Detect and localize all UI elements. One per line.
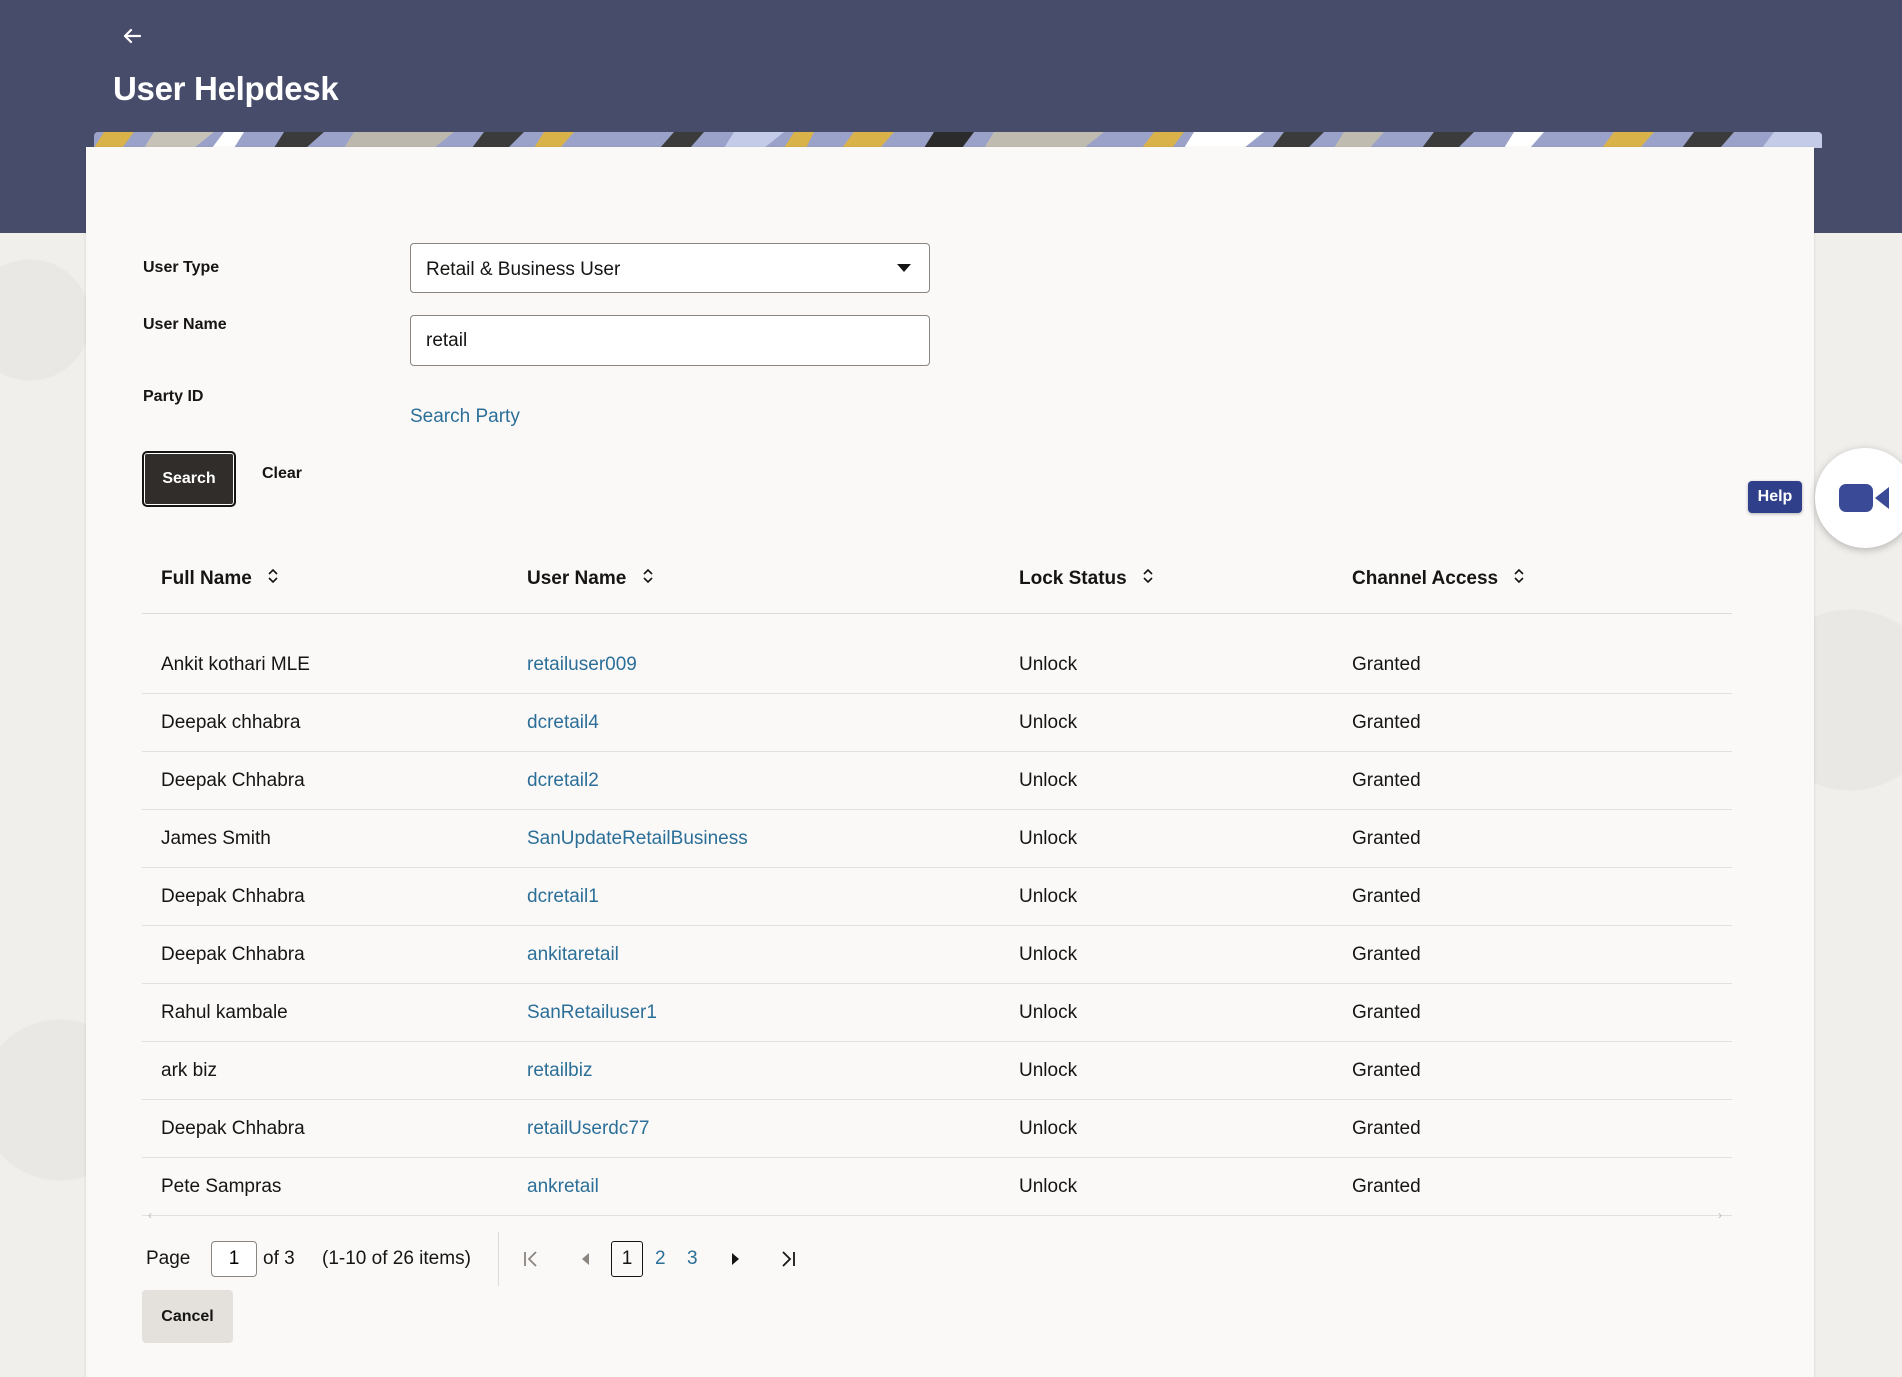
column-header-lock-status[interactable]: Lock Status [1019,545,1352,614]
user-name-link[interactable]: dcretail1 [527,886,599,907]
cancel-button[interactable]: Cancel [142,1290,233,1343]
page-label: Page [146,1248,191,1269]
search-button[interactable]: Search [142,451,236,507]
search-party-link[interactable]: Search Party [410,406,520,428]
sort-icon[interactable] [267,567,279,591]
column-label: Full Name [161,568,252,590]
clear-button[interactable]: Clear [262,465,302,483]
user-name-link[interactable]: ankretail [527,1176,599,1197]
full-name-cell: James Smith [142,809,527,868]
channel-access-cell: Granted [1352,983,1732,1042]
scroll-right-icon[interactable]: › [1718,1208,1722,1222]
channel-access-cell: Granted [1352,1099,1732,1158]
full-name-cell: Deepak chhabra [142,693,527,752]
pager-divider [498,1232,499,1286]
sort-icon[interactable] [1142,567,1154,591]
scroll-left-icon[interactable]: ‹ [148,1208,152,1222]
table-row: Deepak chhabra dcretail4 Unlock Granted [142,693,1732,752]
decorative-banner [94,132,1822,148]
page-1-button[interactable]: 1 [611,1241,643,1277]
party-id-label: Party ID [143,388,204,405]
last-page-button[interactable] [778,1249,798,1275]
user-type-value: Retail & Business User [426,259,621,280]
table-row: Rahul kambale SanRetailuser1 Unlock Gran… [142,983,1732,1042]
table-row: Deepak Chhabra ankitaretail Unlock Grant… [142,925,1732,984]
channel-access-cell: Granted [1352,693,1732,752]
full-name-cell: Ankit kothari MLE [142,613,527,694]
user-name-link[interactable]: retailuser009 [527,654,637,675]
caret-right-icon [732,1253,739,1265]
column-header-full-name[interactable]: Full Name [142,545,527,614]
table-row: Deepak Chhabra dcretail1 Unlock Granted [142,867,1732,926]
lock-status-cell: Unlock [1019,1041,1352,1100]
column-label: Lock Status [1019,568,1127,590]
lock-status-cell: Unlock [1019,1157,1352,1216]
next-page-button[interactable] [729,1250,743,1274]
sort-icon[interactable] [1513,567,1525,591]
page-title: User Helpdesk [113,70,339,107]
help-badge[interactable]: Help [1748,481,1802,513]
table-row: Pete Sampras ankretail Unlock Granted [142,1157,1732,1216]
lock-status-cell: Unlock [1019,925,1352,984]
column-label: User Name [527,568,627,590]
channel-access-cell: Granted [1352,1041,1732,1100]
video-camera-icon [1839,484,1889,512]
caret-left-icon [582,1253,589,1265]
channel-access-cell: Granted [1352,925,1732,984]
lock-status-cell: Unlock [1019,751,1352,810]
full-name-cell: Deepak Chhabra [142,1099,527,1158]
lock-status-cell: Unlock [1019,809,1352,868]
page-3-button[interactable]: 3 [687,1248,698,1270]
chevron-down-icon [897,264,911,272]
lock-status-cell: Unlock [1019,983,1352,1042]
full-name-cell: Rahul kambale [142,983,527,1042]
table-row: ark biz retailbiz Unlock Granted [142,1041,1732,1100]
lock-status-cell: Unlock [1019,1099,1352,1158]
sort-icon[interactable] [642,567,654,591]
channel-access-cell: Granted [1352,1157,1732,1216]
channel-access-cell: Granted [1352,613,1732,694]
full-name-cell: Deepak Chhabra [142,751,527,810]
table-row: Ankit kothari MLE retailuser009 Unlock G… [142,613,1732,694]
page-2-button[interactable]: 2 [655,1248,666,1270]
user-name-link[interactable]: ankitaretail [527,944,619,965]
full-name-cell: Pete Sampras [142,1157,527,1216]
items-count-label: (1-10 of 26 items) [322,1248,471,1269]
user-name-link[interactable]: retailbiz [527,1060,592,1081]
table-row: James Smith SanUpdateRetailBusiness Unlo… [142,809,1732,868]
full-name-cell: ark biz [142,1041,527,1100]
arrow-left-icon [123,28,142,44]
first-page-icon [524,1251,537,1267]
full-name-cell: Deepak Chhabra [142,925,527,984]
user-type-label: User Type [143,259,220,276]
user-type-select[interactable]: Retail & Business User [410,243,930,293]
lock-status-cell: Unlock [1019,613,1352,694]
back-button[interactable] [120,24,148,52]
page-of-label: of 3 [263,1248,295,1269]
table-header-row: Full Name User Name Lock Status Channel … [142,545,1732,614]
column-label: Channel Access [1352,568,1499,590]
table-row: Deepak Chhabra retailUserdc77 Unlock Gra… [142,1099,1732,1158]
users-table: Full Name User Name Lock Status Channel … [142,545,1732,1216]
lock-status-cell: Unlock [1019,867,1352,926]
previous-page-button[interactable] [578,1250,592,1274]
user-name-label: User Name [143,316,227,333]
first-page-button[interactable] [521,1249,541,1275]
user-name-link[interactable]: SanUpdateRetailBusiness [527,828,748,849]
user-name-link[interactable]: SanRetailuser1 [527,1002,657,1023]
user-name-link[interactable]: dcretail4 [527,712,599,733]
user-name-link[interactable]: dcretail2 [527,770,599,791]
channel-access-cell: Granted [1352,867,1732,926]
table-row: Deepak Chhabra dcretail2 Unlock Granted [142,751,1732,810]
column-header-channel-access[interactable]: Channel Access [1352,545,1732,614]
channel-access-cell: Granted [1352,751,1732,810]
last-page-icon [782,1251,795,1267]
user-name-link[interactable]: retailUserdc77 [527,1118,650,1139]
lock-status-cell: Unlock [1019,693,1352,752]
page-number-input[interactable] [211,1241,257,1277]
column-header-user-name[interactable]: User Name [527,545,1019,614]
channel-access-cell: Granted [1352,809,1732,868]
full-name-cell: Deepak Chhabra [142,867,527,926]
user-name-input[interactable] [410,315,930,366]
